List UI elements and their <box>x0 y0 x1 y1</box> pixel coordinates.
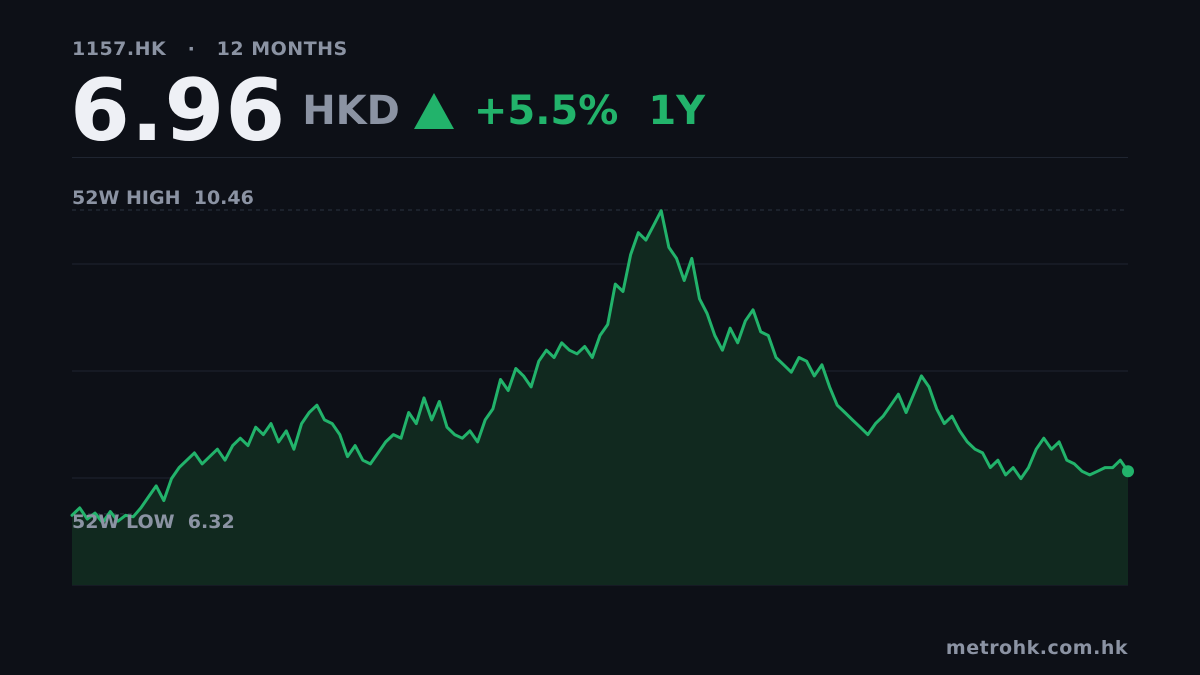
high-label: 52W HIGH 10.46 <box>72 187 254 209</box>
low-label: 52W LOW 6.32 <box>72 511 235 533</box>
source-footer: metrohk.com.hk <box>945 637 1128 659</box>
low-value-text: 6.32 <box>188 511 235 533</box>
high-value-text: 10.46 <box>194 187 254 209</box>
high-label-text: 52W HIGH <box>72 187 180 209</box>
price-chart: 52W HIGH 10.46 52W LOW 6.32 <box>70 187 1134 586</box>
last-price-dot <box>1122 465 1134 478</box>
low-label-text: 52W LOW <box>72 511 175 533</box>
